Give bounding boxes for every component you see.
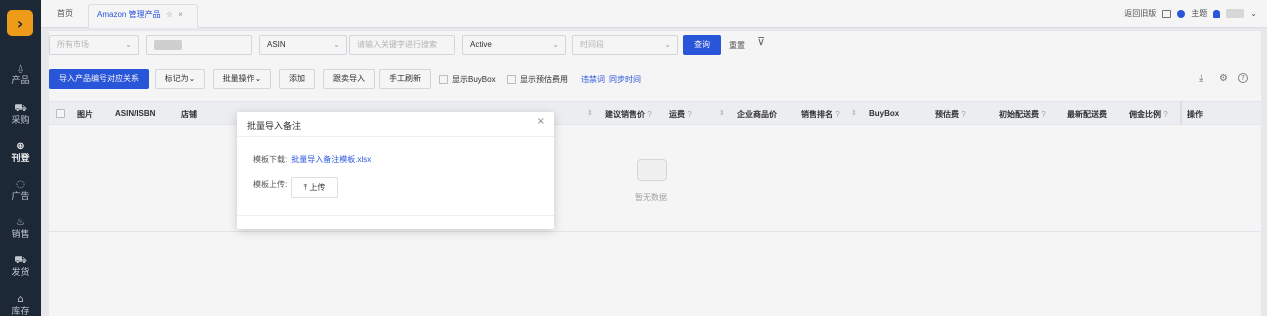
upload-button[interactable]: ⤒ 上传 (291, 177, 338, 198)
template-upload-label: 模板上传: (253, 180, 288, 189)
template-download-row: 模板下载: 批量导入备注模板.xlsx (253, 154, 371, 165)
dialog-divider (237, 136, 554, 137)
close-icon[interactable]: × (537, 116, 545, 127)
dialog-footer-divider (237, 215, 554, 216)
template-download-label: 模板下载: (253, 155, 288, 164)
batch-import-remarks-dialog: 批量导入备注 × 模板下载: 批量导入备注模板.xlsx 模板上传: ⤒ 上传 (237, 112, 554, 229)
dialog-title: 批量导入备注 (247, 121, 302, 131)
modal-overlay[interactable] (0, 0, 1267, 316)
template-download-link[interactable]: 批量导入备注模板.xlsx (291, 155, 371, 164)
